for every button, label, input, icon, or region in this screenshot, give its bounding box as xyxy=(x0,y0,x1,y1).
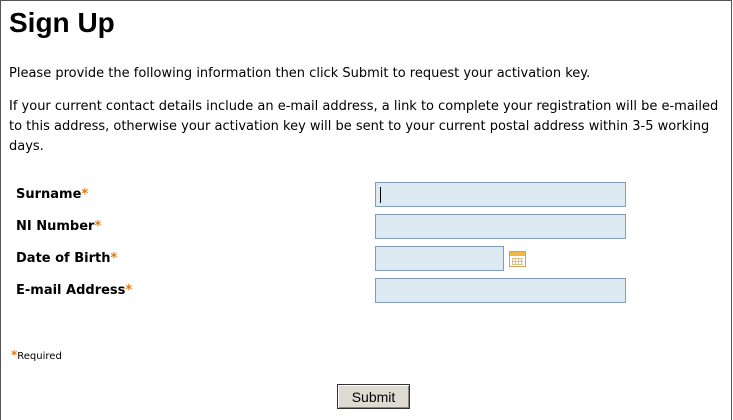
required-asterisk: * xyxy=(110,251,118,266)
required-note-text: Required xyxy=(17,351,62,362)
email-address-label: E-mail Address* xyxy=(16,282,132,300)
required-asterisk: * xyxy=(125,283,133,298)
calendar-icon-grid xyxy=(512,258,523,265)
date-of-birth-label: Date of Birth* xyxy=(16,250,117,268)
date-of-birth-field[interactable] xyxy=(375,246,504,271)
intro-text: Please provide the following information… xyxy=(9,66,591,81)
surname-label: Surname* xyxy=(16,186,88,204)
email-address-field[interactable] xyxy=(375,278,626,303)
surname-label-text: Surname xyxy=(16,187,82,202)
ni-number-label: NI Number* xyxy=(16,218,101,236)
submit-button[interactable]: Submit xyxy=(337,384,410,409)
email-address-label-text: E-mail Address xyxy=(16,283,126,298)
ni-number-field[interactable] xyxy=(375,214,626,239)
required-asterisk: * xyxy=(94,219,102,234)
page-title: Sign Up xyxy=(9,7,115,38)
required-asterisk: * xyxy=(81,187,89,202)
text-cursor xyxy=(380,187,381,203)
date-of-birth-label-text: Date of Birth xyxy=(16,251,111,266)
surname-field[interactable] xyxy=(375,182,626,207)
page-frame xyxy=(0,0,732,420)
details-text: If your current contact details include … xyxy=(9,99,719,154)
ni-number-label-text: NI Number xyxy=(16,219,95,234)
calendar-icon[interactable] xyxy=(509,251,526,267)
required-note: *Required xyxy=(11,348,62,364)
calendar-icon-header xyxy=(510,252,525,256)
